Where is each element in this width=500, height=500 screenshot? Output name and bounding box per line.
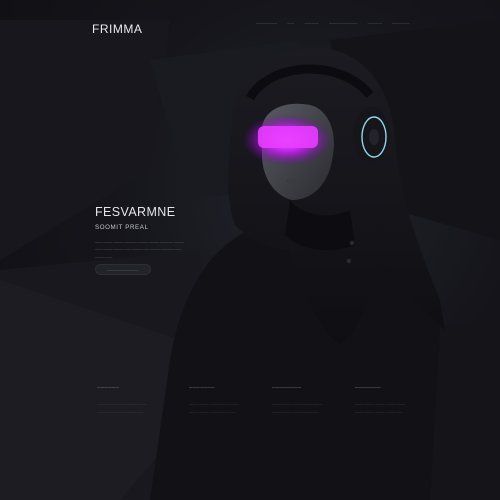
feature-heading: ———————— xyxy=(272,385,302,389)
hero-artwork xyxy=(0,20,500,500)
feature-text: ——— ——— ——— ——— ——— ——— ——— ——— ——— —— xyxy=(272,402,322,414)
hero-title: FESVARMNE xyxy=(95,205,176,219)
feature-column: —————— ——— ——— ——— ——— ——— ——— ——— ——— —… xyxy=(97,385,153,416)
visor xyxy=(258,126,318,148)
nav-link[interactable]: —— xyxy=(287,21,294,25)
hero-subtitle: SOOMIT PREAL xyxy=(95,224,149,231)
nav-link[interactable]: ———————— xyxy=(329,21,358,25)
feature-column: ———————— ——— ——— ——— ——— ——— ——— ——— ———… xyxy=(272,385,328,416)
nav-link[interactable]: ————— xyxy=(392,21,410,25)
nav-link[interactable]: ———— xyxy=(368,21,382,25)
hero-body: —— ——— ——— ———— ——— ——— ———— ——— —— ——— … xyxy=(95,240,184,259)
nav-link[interactable]: ———— xyxy=(305,21,319,25)
nav-link[interactable]: —————— xyxy=(256,21,278,25)
feature-text: ——— ——— ——— ——— ——— ——— ——— ——— ——— —— xyxy=(97,402,147,414)
feature-heading: —————— xyxy=(97,385,120,389)
page: FRIMMA —————— —— ———— ———————— ———— ————… xyxy=(0,0,500,500)
feature-column: ——————— ——— ——— ——— ——— ——— ——— ——— ——— … xyxy=(189,385,245,416)
main-nav: —————— —— ———— ———————— ———— ————— xyxy=(256,21,410,25)
feature-heading: ——————— xyxy=(355,385,381,389)
feature-heading: ——————— xyxy=(189,385,215,389)
logo[interactable]: FRIMMA xyxy=(92,22,142,36)
feature-column: ——————— ——— ——— ——— ——— ——— ——— ——— ——— … xyxy=(355,385,411,416)
feature-text: ——— ——— ——— ——— ——— ——— ——— ——— ——— —— xyxy=(189,402,239,414)
cta-button[interactable]: —————————— xyxy=(95,264,151,275)
feature-text: ——— ——— ——— ——— ——— ——— ——— ——— ——— —— xyxy=(355,402,405,414)
